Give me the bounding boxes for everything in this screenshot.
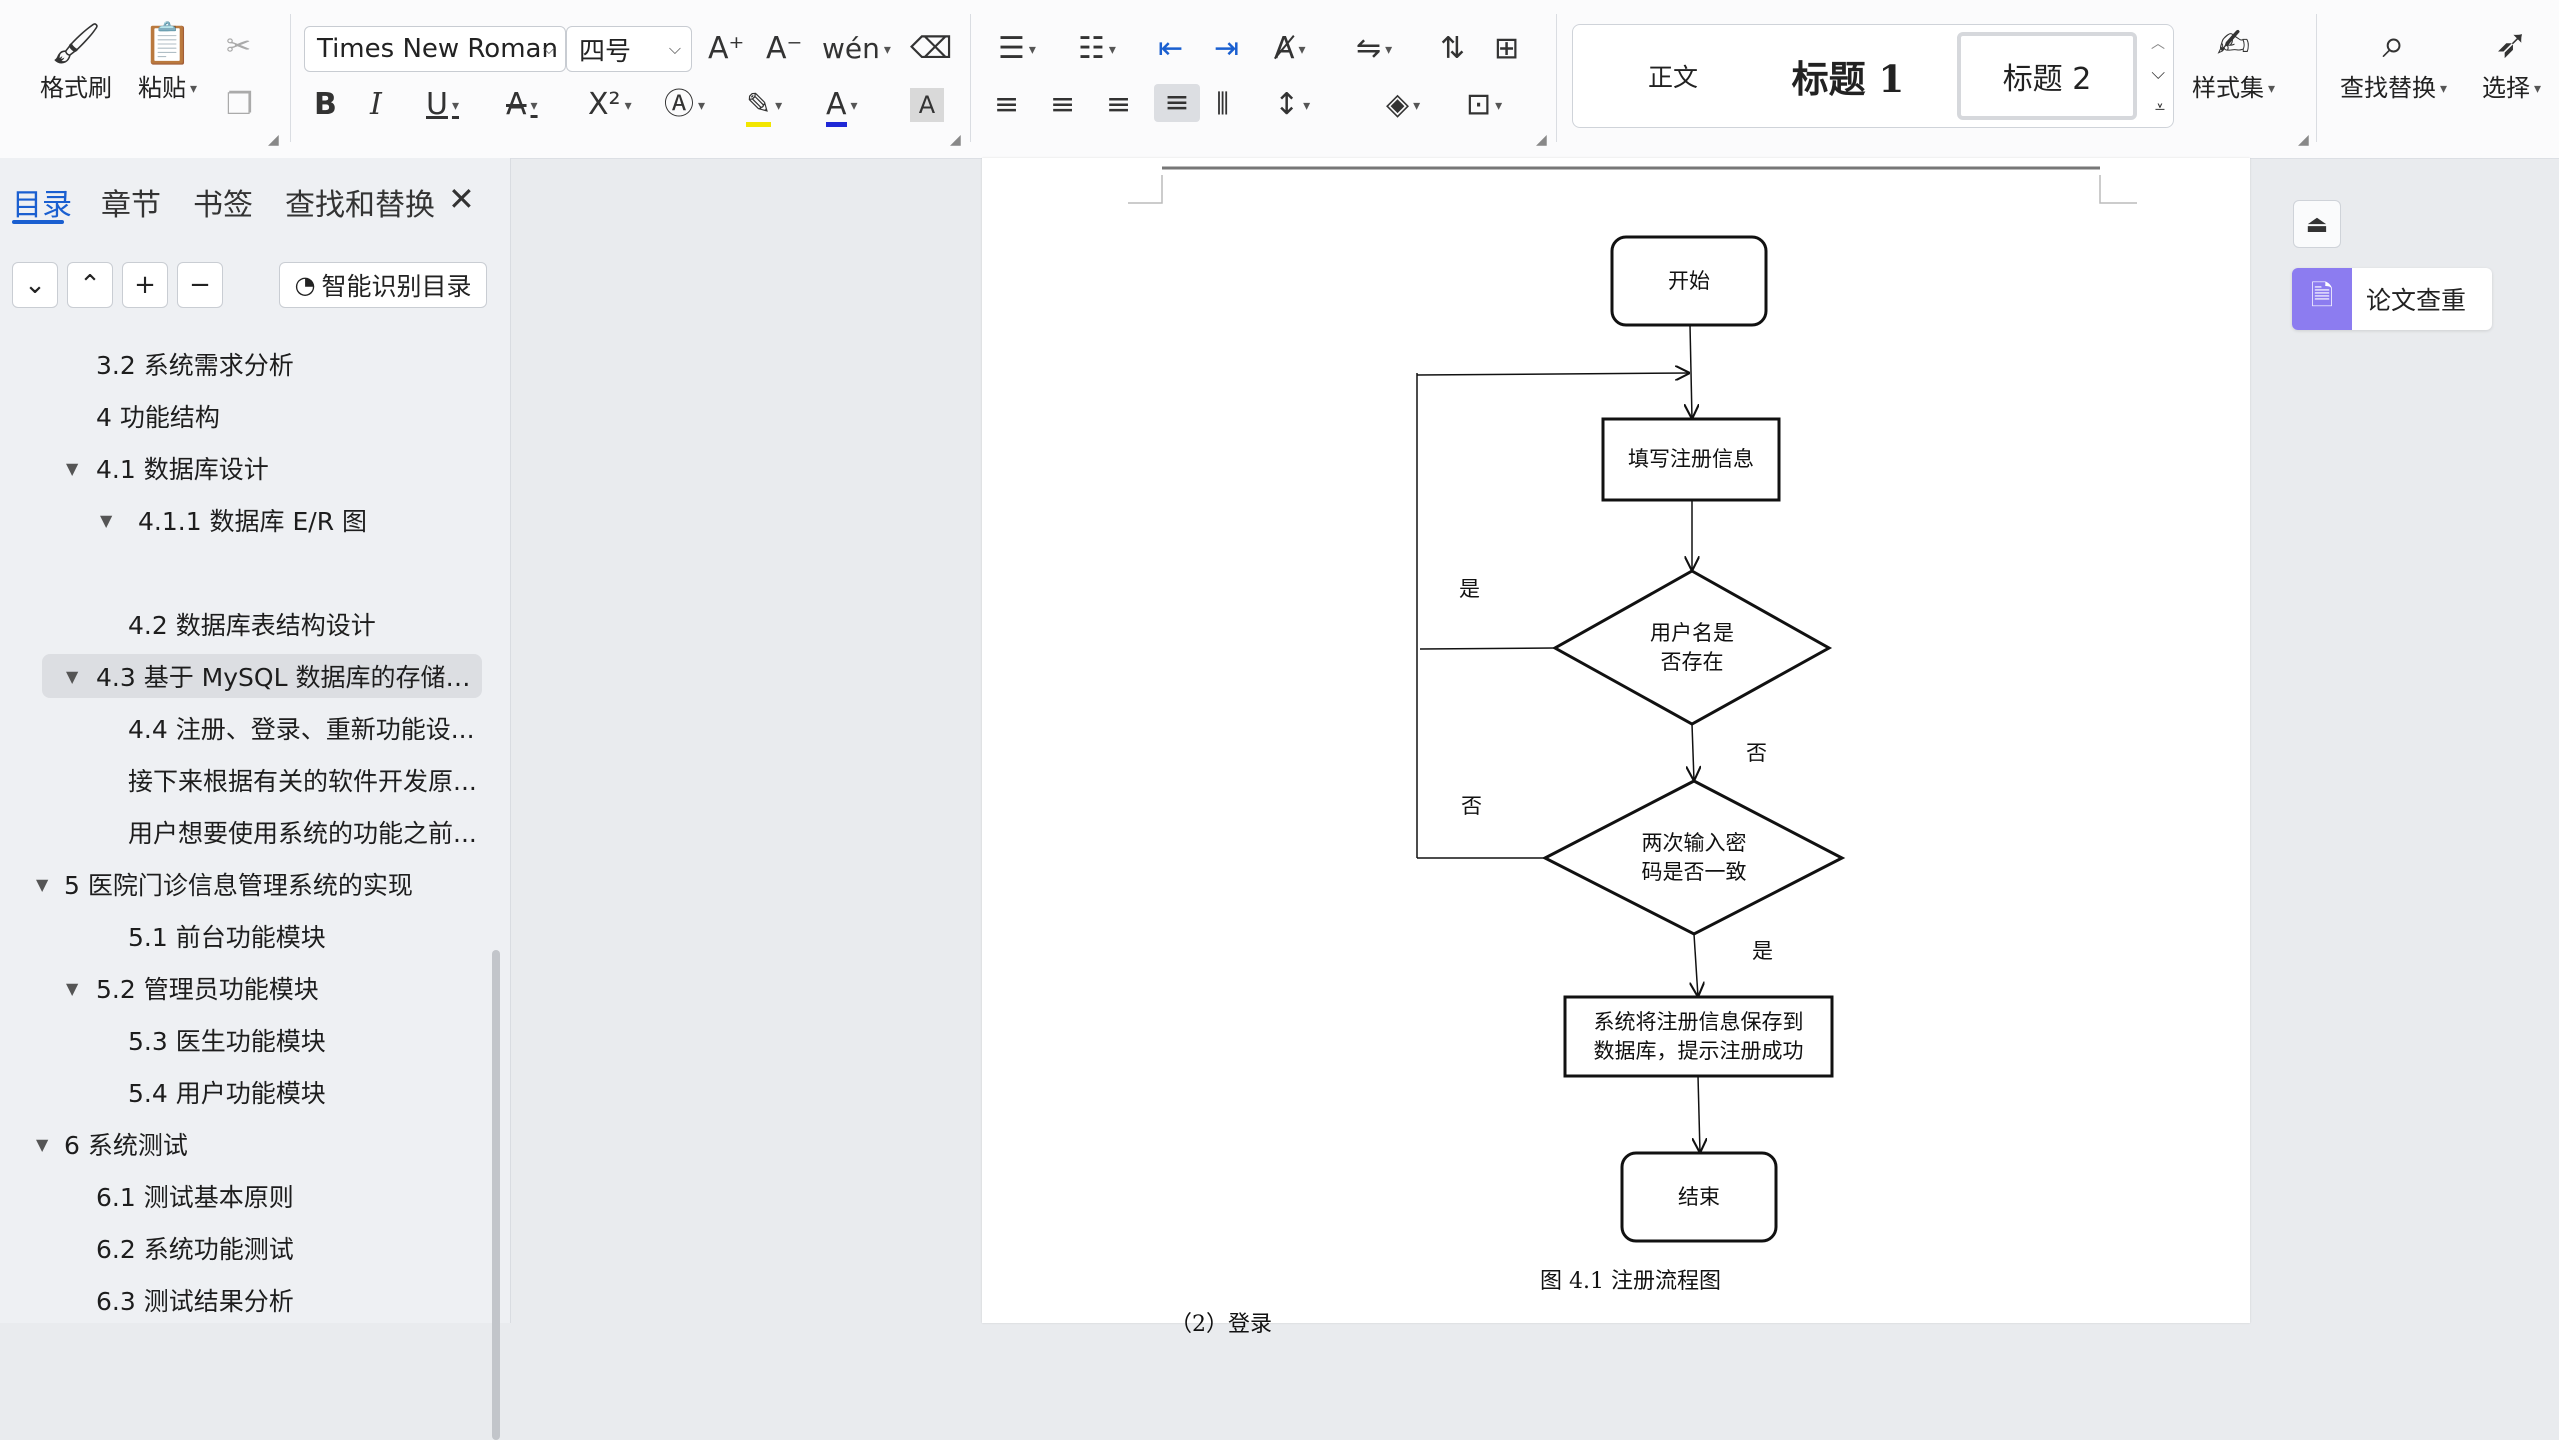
flow-no-label: 否 bbox=[1746, 741, 1767, 765]
flow-arrow bbox=[1692, 723, 1694, 781]
figure-caption: 图 4.1 注册流程图 bbox=[1540, 1269, 1721, 1294]
flow-loop-line bbox=[1419, 647, 1556, 650]
document-search-icon: 🗎 bbox=[2292, 268, 2352, 330]
flow-username-label: 用户名是 否存在 bbox=[1650, 621, 1734, 674]
flowchart bbox=[1128, 166, 2137, 1243]
flow-arrow bbox=[1690, 324, 1692, 419]
collapse-panel-button[interactable]: ⏏ bbox=[2293, 200, 2341, 248]
crop-mark-left bbox=[1128, 175, 1163, 204]
flow-fill-info-label: 填写注册信息 bbox=[1628, 447, 1754, 471]
document-paragraph: （2）登录 bbox=[1170, 1312, 1272, 1337]
flow-arrow bbox=[1694, 933, 1698, 997]
flow-password-label: 两次输入密 码是否一致 bbox=[1641, 831, 1747, 884]
flow-start-label: 开始 bbox=[1668, 268, 1710, 293]
flow-arrow bbox=[1416, 373, 1690, 375]
flow-yes-label: 是 bbox=[1752, 939, 1773, 963]
flow-yes-label: 是 bbox=[1459, 577, 1480, 601]
flow-end-label: 结束 bbox=[1678, 1184, 1720, 1209]
flow-arrow bbox=[1698, 1075, 1700, 1153]
crop-mark-right bbox=[2099, 175, 2137, 204]
eject-icon: ⏏ bbox=[2305, 210, 2329, 238]
flow-save-label: 系统将注册信息保存到 数据库，提示注册成功 bbox=[1593, 1009, 1804, 1063]
plagiarism-check-button[interactable]: 🗎 论文查重 bbox=[2292, 268, 2492, 330]
flow-no-label: 否 bbox=[1461, 794, 1482, 818]
